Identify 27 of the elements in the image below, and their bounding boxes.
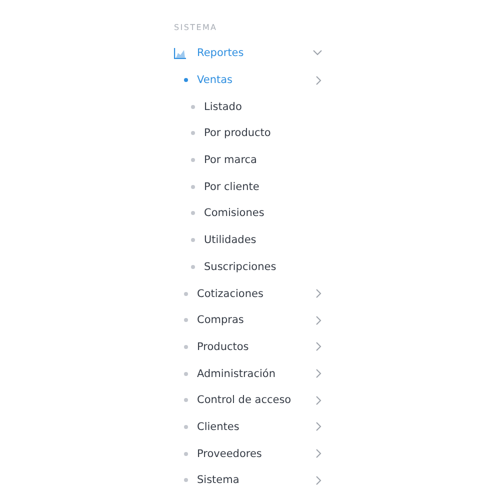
menu-item[interactable]: Por cliente [204,180,324,193]
menu-item[interactable]: Por producto [204,127,324,140]
chevron-down-icon[interactable] [313,50,322,56]
chevron-right-icon[interactable] [316,476,322,485]
menu-item[interactable]: Comisiones [204,207,324,220]
menu-item[interactable]: Por marca [204,154,324,166]
menu-item[interactable]: Sistema [197,474,316,486]
chevron-right-icon[interactable] [316,76,322,85]
chevron-right-icon[interactable] [316,316,322,325]
menu-item[interactable]: Suscripciones [204,260,324,273]
chevron-right-icon[interactable] [316,396,322,405]
menu-item[interactable]: Compras [197,314,316,326]
menu-item[interactable]: Clientes [197,420,316,433]
chevron-right-icon[interactable] [316,342,322,352]
menu-item[interactable]: Cotizaciones [197,288,316,300]
chevron-right-icon[interactable] [316,369,322,378]
chevron-right-icon[interactable] [316,422,322,432]
chart-icon [174,48,186,59]
menu-item[interactable]: Utilidades [204,234,324,246]
menu-item[interactable]: Administración [197,368,316,380]
chevron-right-icon[interactable] [316,449,322,458]
menu-item[interactable]: Control de acceso [197,394,316,406]
section-label: SISTEMA [173,22,218,34]
menu-item[interactable]: Listado [204,100,324,113]
menu-item[interactable]: Proveedores [197,448,316,460]
chevron-right-icon[interactable] [316,289,322,298]
menu-item[interactable]: Productos [197,340,316,353]
